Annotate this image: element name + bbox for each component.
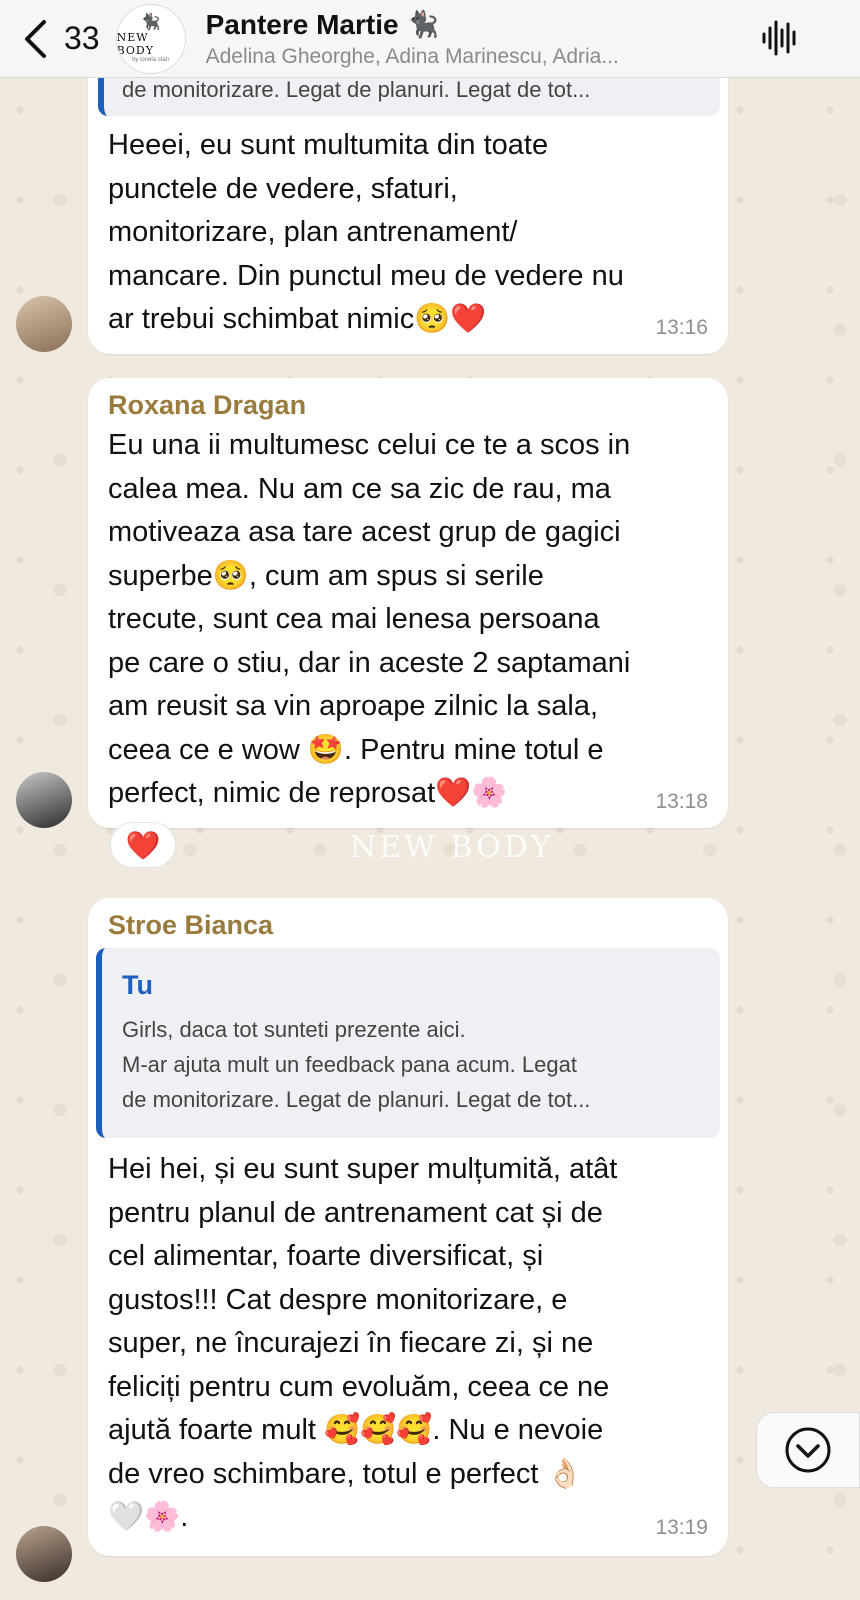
message-line: superbe🥺, cum am spus si serile	[108, 559, 544, 592]
unread-count: 33	[64, 20, 100, 56]
message-line: pentru planul de antrenament cat și de	[108, 1196, 603, 1229]
message-line: 🤍🌸.	[108, 1501, 189, 1533]
message-line: Hei hei, și eu sunt super mulțumită, atâ…	[108, 1153, 618, 1185]
message-line: super, ne încurajezi în fiecare zi, și n…	[108, 1327, 594, 1359]
chat-header: 33 🐈‍⬛ NEW BODY by ionela stan Pantere M…	[0, 0, 860, 78]
message-line: mancare. Din punctul meu de vedere nu	[108, 259, 624, 292]
group-logo-sub: by ionela stan	[132, 56, 170, 63]
sender-name[interactable]: Stroe Bianca	[108, 910, 273, 941]
scroll-down-icon	[785, 1427, 831, 1473]
chat-title-block[interactable]: Pantere Martie 🐈‍⬛ Adelina Gheorghe, Adi…	[206, 9, 706, 69]
message-line: ajută foarte mult 🥰🥰🥰. Nu e nevoie	[108, 1414, 604, 1446]
sender-avatar[interactable]	[16, 1526, 72, 1582]
message-time: 13:18	[655, 790, 708, 813]
message-line: cel alimentar, foarte diversificat, și	[108, 1240, 544, 1272]
scroll-down-button[interactable]	[756, 1412, 860, 1488]
back-chevron-icon	[25, 19, 46, 58]
quoted-author: Tu	[122, 970, 153, 1000]
quoted-message[interactable]: Tu Girls, daca tot sunteti prezente aici…	[96, 948, 720, 1138]
message-line: am reusit sa vin aproape zilnic la sala,	[108, 690, 599, 722]
message-line: Heeei, eu sunt multumita din toate	[108, 129, 549, 161]
sender-avatar[interactable]	[16, 772, 72, 828]
quoted-line: de monitorizare. Legat de planuri. Legat…	[122, 1087, 591, 1112]
heart-reaction[interactable]: ❤️	[110, 822, 176, 868]
voice-wave-icon[interactable]	[760, 18, 800, 58]
message-time: 13:19	[655, 1516, 708, 1539]
message-line: calea mea. Nu am ce sa zic de rau, ma	[108, 472, 611, 505]
sender-avatar[interactable]	[16, 296, 72, 352]
members-list: Adelina Gheorghe, Adina Marinescu, Adria…	[205, 44, 619, 68]
watermark-logo: NEW BODY	[350, 830, 554, 865]
message-line: gustos!!! Cat despre monitorizare, e	[108, 1283, 568, 1316]
message-line: trecute, sunt cea mai lenesa persoana	[108, 603, 600, 635]
message-line: de vreo schimbare, totul e perfect 👌🏻	[108, 1457, 583, 1490]
quoted-line: Girls, daca tot sunteti prezente aici.	[122, 1017, 466, 1042]
message-bubble[interactable]: Stroe Bianca Tu Girls, daca tot sunteti …	[88, 898, 728, 1556]
message-line: perfect, nimic de reprosat❤️🌸	[108, 777, 508, 809]
message-bubble[interactable]: de monitorizare. Legat de planuri. Legat…	[88, 60, 728, 354]
message-line: monitorizare, plan antrenament/	[108, 216, 518, 248]
message-line: motiveaza asa tare acest grup de gagici	[108, 516, 621, 548]
message-line: Eu una ii multumesc celui ce te a scos i…	[108, 429, 631, 461]
group-logo-text: NEW BODY	[116, 30, 154, 57]
quoted-line: M-ar ajuta mult un feedback pana acum. L…	[122, 1052, 577, 1077]
message-bubble[interactable]: Roxana Dragan Eu una ii multumesc celui …	[88, 378, 728, 828]
back-button[interactable]: 33	[22, 19, 100, 59]
message-line: feliciți pentru cum evoluăm, ceea ce ne	[108, 1370, 610, 1403]
message-time: 13:16	[655, 316, 708, 339]
message-line: punctele de vedere, sfaturi,	[108, 172, 458, 205]
message-line: ceea ce e wow 🤩. Pentru mine totul e	[108, 733, 604, 766]
message-line: ar trebui schimbat nimic🥺❤️	[108, 303, 487, 335]
cat-logo-icon: 🐈‍⬛	[140, 13, 161, 31]
chat-title: Pantere Martie	[205, 8, 399, 40]
message-line: pe care o stiu, dar in aceste 2 saptaman…	[108, 646, 631, 679]
title-emoji: 🐈‍⬛	[406, 9, 439, 39]
sender-name[interactable]: Roxana Dragan	[108, 390, 306, 421]
group-avatar[interactable]: 🐈‍⬛ NEW BODY by ionela stan	[115, 3, 186, 74]
